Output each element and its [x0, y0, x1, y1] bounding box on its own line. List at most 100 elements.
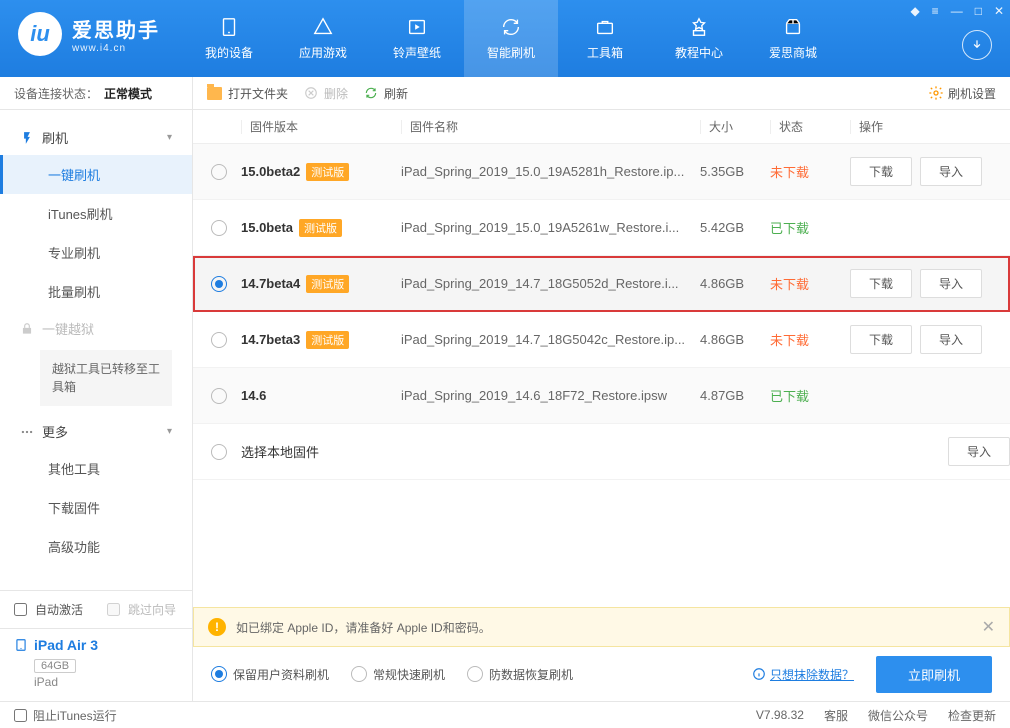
sidebar-head-more[interactable]: 更多▾	[0, 414, 192, 449]
sidebar-item-2[interactable]: 专业刷机	[0, 233, 192, 272]
beta-tag: 测试版	[306, 163, 349, 181]
topnav-3[interactable]: 智能刷机	[464, 0, 558, 77]
sidebar-item-3[interactable]: 批量刷机	[0, 272, 192, 311]
flash-mode-option-1[interactable]: 常规快速刷机	[351, 666, 445, 683]
sidebar-item-0[interactable]: 一键刷机	[0, 155, 192, 194]
radio-button[interactable]	[467, 666, 483, 682]
device-capacity: 64GB	[34, 659, 76, 673]
topnav-2[interactable]: 铃声壁纸	[370, 0, 464, 77]
import-button[interactable]: 导入	[948, 437, 1010, 466]
download-button[interactable]: 下载	[850, 325, 912, 354]
chevron-down-icon: ▾	[167, 426, 172, 437]
connection-status: 设备连接状态：正常模式	[0, 77, 192, 110]
radio-button[interactable]	[351, 666, 367, 682]
flash-settings-button[interactable]: 刷机设置	[928, 85, 996, 102]
erase-data-link[interactable]: 只想抹除数据？	[752, 666, 854, 683]
support-link[interactable]: 客服	[824, 707, 848, 724]
radio-button[interactable]	[211, 164, 227, 180]
firmware-row[interactable]: 15.0beta测试版 iPad_Spring_2019_15.0_19A526…	[193, 200, 1010, 256]
sidebar-more-item-1[interactable]: 下载固件	[0, 488, 192, 527]
skip-guide-checkbox	[107, 603, 120, 616]
sidebar-head-flash[interactable]: 刷机▾	[0, 120, 192, 155]
open-folder-button[interactable]: 打开文件夹	[207, 85, 288, 102]
skin-icon[interactable]: ◆	[910, 4, 919, 18]
firmware-status: 已下载	[770, 218, 850, 237]
firmware-name: iPad_Spring_2019_14.7_18G5042c_Restore.i…	[401, 332, 700, 347]
gear-icon	[928, 85, 944, 101]
minimize-icon[interactable]: —	[951, 4, 963, 18]
more-icon	[20, 425, 34, 439]
version-label: V7.98.32	[756, 708, 804, 722]
flash-now-button[interactable]: 立即刷机	[876, 656, 992, 693]
table-header: 固件版本 固件名称 大小 状态 操作	[193, 110, 1010, 144]
tablet-icon	[14, 638, 28, 652]
local-firmware-label: 选择本地固件	[241, 442, 319, 461]
radio-button[interactable]	[211, 666, 227, 682]
firmware-size: 5.35GB	[700, 164, 770, 179]
info-icon	[752, 667, 766, 681]
import-button[interactable]: 导入	[920, 325, 982, 354]
firmware-size: 5.42GB	[700, 220, 770, 235]
banner-close-icon[interactable]: ✕	[982, 617, 995, 637]
firmware-name: iPad_Spring_2019_14.6_18F72_Restore.ipsw	[401, 388, 700, 403]
firmware-status: 未下载	[770, 274, 850, 293]
firmware-status: 已下载	[770, 386, 850, 405]
check-update-link[interactable]: 检查更新	[948, 707, 996, 724]
app-url: www.i4.cn	[72, 43, 160, 54]
import-button[interactable]: 导入	[920, 269, 982, 298]
sidebar-more-item-0[interactable]: 其他工具	[0, 449, 192, 488]
radio-button[interactable]	[211, 332, 227, 348]
firmware-size: 4.86GB	[700, 332, 770, 347]
radio-button[interactable]	[211, 388, 227, 404]
device-name[interactable]: iPad Air 3	[14, 637, 178, 653]
firmware-row[interactable]: 14.7beta3测试版 iPad_Spring_2019_14.7_18G50…	[193, 312, 1010, 368]
sidebar-item-1[interactable]: iTunes刷机	[0, 194, 192, 233]
beta-tag: 测试版	[299, 219, 342, 237]
flash-mode-option-2[interactable]: 防数据恢复刷机	[467, 666, 573, 683]
refresh-button[interactable]: 刷新	[364, 85, 408, 102]
firmware-size: 4.86GB	[700, 276, 770, 291]
window-controls: ◆ ≡ — □ ✕	[910, 4, 1004, 18]
auto-activate-checkbox[interactable]	[14, 603, 27, 616]
chevron-down-icon: ▾	[167, 132, 172, 143]
firmware-name: iPad_Spring_2019_15.0_19A5261w_Restore.i…	[401, 220, 700, 235]
block-itunes-checkbox[interactable]	[14, 709, 27, 722]
wechat-link[interactable]: 微信公众号	[868, 707, 928, 724]
beta-tag: 测试版	[306, 275, 349, 293]
delete-button: 删除	[304, 85, 348, 102]
topnav-5[interactable]: 教程中心	[652, 0, 746, 77]
download-circle-icon[interactable]	[962, 30, 992, 60]
firmware-row[interactable]: 15.0beta2测试版 iPad_Spring_2019_15.0_19A52…	[193, 144, 1010, 200]
folder-icon	[207, 87, 222, 100]
close-icon[interactable]: ✕	[994, 4, 1004, 18]
skip-guide-label: 跳过向导	[128, 601, 176, 618]
topnav-4[interactable]: 工具箱	[558, 0, 652, 77]
sidebar-head-jailbreak: 一键越狱	[0, 311, 192, 346]
radio-button[interactable]	[211, 220, 227, 236]
topnav-1[interactable]: 应用游戏	[276, 0, 370, 77]
import-button[interactable]: 导入	[920, 157, 982, 186]
block-itunes-label: 阻止iTunes运行	[33, 707, 117, 724]
firmware-row[interactable]: 14.7beta4测试版 iPad_Spring_2019_14.7_18G50…	[193, 256, 1010, 312]
radio-button[interactable]	[211, 444, 227, 460]
firmware-name: iPad_Spring_2019_14.7_18G5052d_Restore.i…	[401, 276, 700, 291]
device-type: iPad	[34, 675, 178, 689]
refresh-icon	[364, 86, 378, 100]
sidebar-more-item-2[interactable]: 高级功能	[0, 527, 192, 566]
maximize-icon[interactable]: □	[975, 4, 982, 18]
lock-icon	[20, 322, 34, 336]
download-button[interactable]: 下载	[850, 157, 912, 186]
firmware-row[interactable]: 14.6 iPad_Spring_2019_14.6_18F72_Restore…	[193, 368, 1010, 424]
radio-button[interactable]	[211, 276, 227, 292]
topnav-6[interactable]: 爱思商城	[746, 0, 840, 77]
download-button[interactable]: 下载	[850, 269, 912, 298]
jailbreak-note: 越狱工具已转移至工具箱	[40, 350, 172, 406]
topnav-0[interactable]: 我的设备	[182, 0, 276, 77]
firmware-name: iPad_Spring_2019_15.0_19A5281h_Restore.i…	[401, 164, 700, 179]
app-name: 爱思助手	[72, 14, 160, 43]
menu-icon[interactable]: ≡	[932, 4, 939, 18]
local-firmware-row[interactable]: 选择本地固件 导入	[193, 424, 1010, 480]
flash-mode-option-0[interactable]: 保留用户资料刷机	[211, 666, 329, 683]
firmware-size: 4.87GB	[700, 388, 770, 403]
firmware-status: 未下载	[770, 162, 850, 181]
